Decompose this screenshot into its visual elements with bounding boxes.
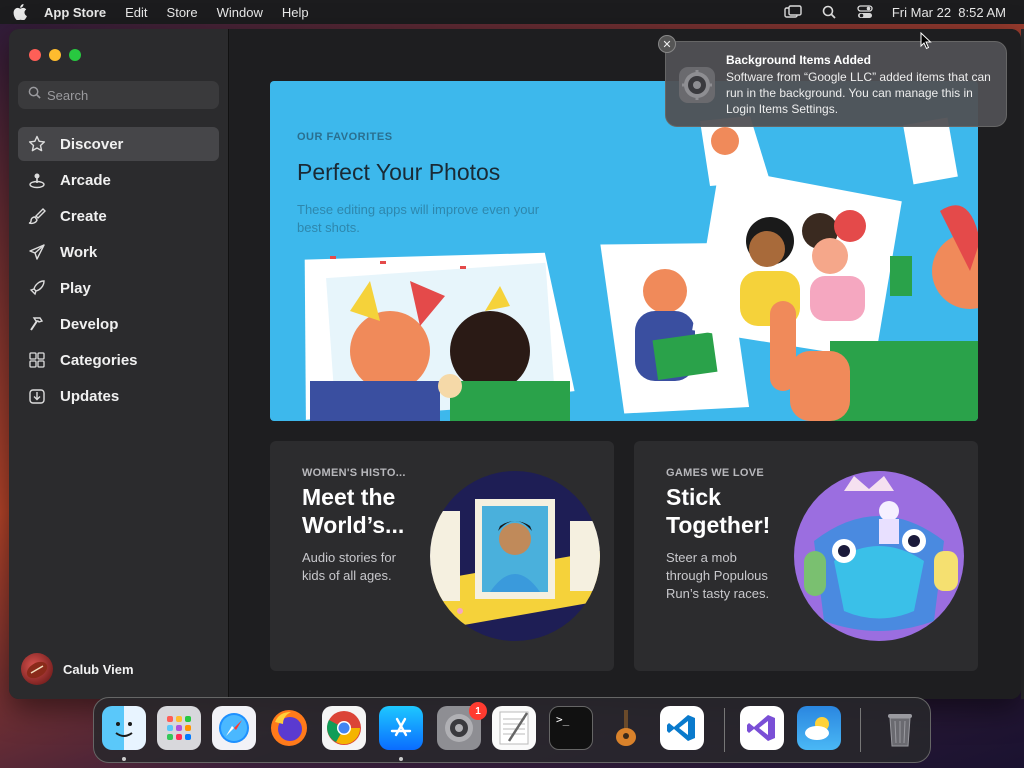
sidebar-item-discover[interactable]: Discover — [18, 127, 219, 161]
apple-icon[interactable] — [12, 4, 28, 20]
card-eyebrow: WOMEN'S HISTO... — [302, 467, 406, 479]
menu-help[interactable]: Help — [282, 5, 309, 20]
search-input[interactable] — [47, 87, 207, 103]
dock-running-indicator — [122, 757, 126, 761]
card-title: Stick Together! — [666, 484, 771, 538]
dock-safari-icon[interactable] — [212, 706, 256, 750]
notification-badge: 1 — [469, 702, 487, 720]
main-content: OUR FAVORITES Perfect Your Photos These … — [230, 29, 1021, 699]
close-window-button[interactable] — [29, 49, 41, 61]
menu-app-name[interactable]: App Store — [44, 5, 106, 20]
brush-icon — [28, 207, 46, 225]
dock-garageband-icon[interactable] — [604, 706, 648, 750]
sidebar-item-work[interactable]: Work — [18, 235, 219, 269]
screen-mirroring-icon[interactable] — [784, 5, 802, 19]
grid-icon — [28, 351, 46, 369]
sidebar-item-play[interactable]: Play — [18, 271, 219, 305]
zoom-window-button[interactable] — [69, 49, 81, 61]
app-store-window: Discover Arcade Create Work — [9, 29, 1021, 699]
dock-app-store-icon[interactable] — [379, 706, 423, 750]
dock-finder-icon[interactable] — [102, 706, 146, 750]
sidebar-item-label: Create — [60, 207, 107, 225]
sidebar-item-label: Categories — [60, 351, 138, 369]
rocket-icon — [28, 279, 46, 297]
spotlight-search-icon[interactable] — [820, 5, 838, 19]
background-items-notification[interactable]: ✕ Background Items Added Software from “… — [658, 35, 1007, 127]
dock-system-settings-icon[interactable]: 1 — [437, 702, 487, 750]
dock-visual-studio-icon[interactable] — [740, 706, 784, 750]
menu-window[interactable]: Window — [217, 5, 263, 20]
menu-store[interactable]: Store — [167, 5, 198, 20]
user-name: Calub Viem — [63, 661, 134, 677]
card-subtitle: Audio stories for kids of all ages. — [302, 550, 396, 583]
search-icon — [28, 86, 41, 104]
sidebar-item-label: Updates — [60, 387, 120, 405]
story-card-womens-history[interactable]: WOMEN'S HISTO... Meet the World’s... Aud… — [270, 441, 614, 671]
hero-subtitle: These editing apps will improve even you… — [297, 202, 540, 235]
hammer-icon — [28, 315, 46, 333]
sidebar-item-create[interactable]: Create — [18, 199, 219, 233]
notification-title: Background Items Added — [726, 53, 871, 67]
paperplane-icon — [28, 243, 46, 261]
notification-body: Software from “Google LLC” added items t… — [726, 70, 991, 116]
dock-terminal-icon[interactable]: >_ — [549, 706, 593, 750]
system-settings-gear-icon — [678, 66, 716, 104]
hero-eyebrow: OUR FAVORITES — [297, 131, 393, 143]
dock-separator — [860, 708, 861, 752]
user-account[interactable]: Calub Viem — [21, 653, 134, 685]
window-controls — [29, 49, 81, 61]
dock-running-indicator — [399, 757, 403, 761]
dock-launchpad-icon[interactable] — [157, 706, 201, 750]
sidebar: Discover Arcade Create Work — [9, 29, 229, 699]
sidebar-item-label: Work — [60, 243, 98, 261]
sidebar-item-develop[interactable]: Develop — [18, 307, 219, 341]
sidebar-item-arcade[interactable]: Arcade — [18, 163, 219, 197]
card-eyebrow: GAMES WE LOVE — [666, 467, 765, 479]
card-title: Meet the World’s... — [302, 484, 405, 538]
sidebar-item-label: Play — [60, 279, 91, 297]
sidebar-item-categories[interactable]: Categories — [18, 343, 219, 377]
dock-vscode-icon[interactable] — [660, 706, 704, 750]
minimize-window-button[interactable] — [49, 49, 61, 61]
sidebar-item-label: Discover — [60, 135, 124, 153]
card-illustration-portrait — [430, 471, 600, 641]
sidebar-item-updates[interactable]: Updates — [18, 379, 219, 413]
dock-weather-icon[interactable] — [797, 706, 841, 750]
control-center-icon[interactable] — [856, 5, 874, 19]
hero-banner[interactable]: OUR FAVORITES Perfect Your Photos These … — [270, 81, 978, 421]
menu-clock[interactable]: Fri Mar 22 8:52 AM — [892, 5, 1006, 20]
menu-edit[interactable]: Edit — [125, 5, 147, 20]
dock-trash-icon[interactable] — [878, 706, 922, 750]
dock: 1 >_ — [93, 697, 931, 763]
search-field[interactable] — [18, 81, 219, 109]
card-subtitle: Steer a mob through Populous Run’s tasty… — [666, 550, 770, 601]
notification-close-button[interactable]: ✕ — [658, 35, 676, 53]
dock-firefox-icon[interactable] — [267, 706, 311, 750]
dock-separator — [724, 708, 725, 752]
sidebar-nav: Discover Arcade Create Work Play Develop… — [18, 127, 219, 415]
joystick-icon — [28, 171, 46, 189]
download-icon — [28, 387, 46, 405]
sidebar-item-label: Arcade — [60, 171, 111, 189]
dock-textedit-icon[interactable] — [492, 706, 536, 750]
menu-bar: App Store Edit Store Window Help Fri Mar… — [0, 0, 1024, 24]
hero-title: Perfect Your Photos — [297, 159, 501, 185]
story-card-games-we-love[interactable]: GAMES WE LOVE Stick Together! Steer a mo… — [634, 441, 978, 671]
mouse-pointer-icon — [920, 31, 932, 55]
avatar — [21, 653, 53, 685]
dock-chrome-icon[interactable] — [322, 706, 366, 750]
card-illustration-populous-run — [794, 471, 964, 641]
sidebar-item-label: Develop — [60, 315, 119, 333]
star-icon — [28, 135, 46, 153]
